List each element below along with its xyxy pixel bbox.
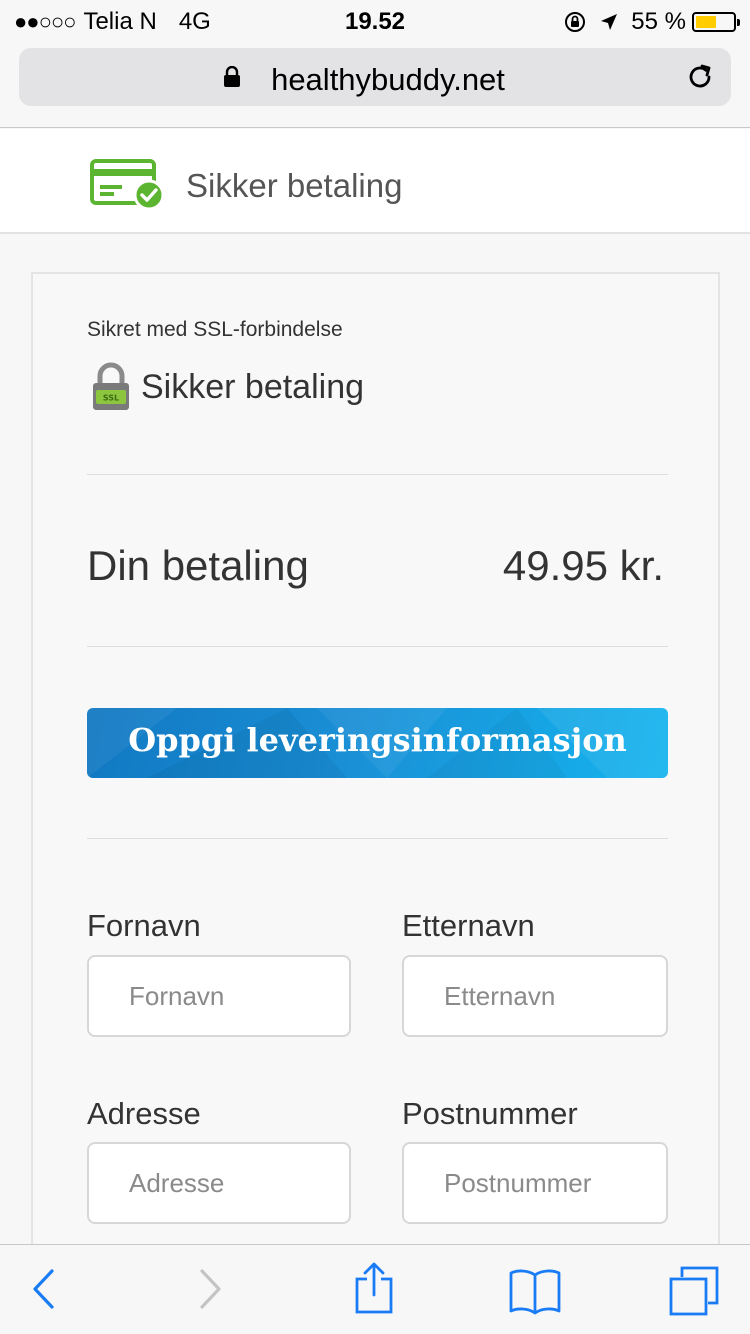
orientation-lock-icon <box>563 10 587 34</box>
payment-label: Din betaling <box>87 542 309 589</box>
divider <box>87 838 668 839</box>
url-text: healthybuddy.net <box>19 62 731 98</box>
delivery-info-banner: Oppgi leveringsinformasjon <box>87 708 668 778</box>
page-header: Sikker betaling <box>0 129 750 234</box>
ssl-title: Sikker betaling <box>141 368 365 406</box>
payment-card: Sikret med SSL-forbindelse SSL Sikker be… <box>31 272 720 1334</box>
address-bar[interactable]: healthybuddy.net <box>19 48 731 106</box>
ssl-lock-icon: SSL <box>91 362 131 417</box>
forward-icon[interactable] <box>198 1267 224 1316</box>
last-name-label: Etternavn <box>402 908 535 943</box>
url-label: healthybuddy.net <box>271 62 505 97</box>
address-input[interactable] <box>87 1142 351 1224</box>
browser-address-area: healthybuddy.net <box>0 42 750 128</box>
share-icon[interactable] <box>354 1261 394 1320</box>
reload-icon[interactable] <box>685 62 715 97</box>
divider <box>87 646 668 647</box>
page-title: Sikker betaling <box>186 167 403 204</box>
battery-icon <box>692 12 740 32</box>
tabs-icon[interactable] <box>668 1265 720 1322</box>
payment-amount: 49.95 kr. <box>502 542 664 589</box>
postal-code-input[interactable] <box>402 1142 668 1224</box>
browser-toolbar <box>0 1244 750 1334</box>
bookmarks-icon[interactable] <box>508 1267 562 1320</box>
status-right: 55 % <box>563 8 740 36</box>
last-name-input[interactable] <box>402 955 668 1037</box>
first-name-input[interactable] <box>87 955 351 1037</box>
ssl-badge-text: SSL <box>103 394 119 403</box>
postal-code-label: Postnummer <box>402 1096 578 1131</box>
battery-level <box>696 16 716 28</box>
first-name-label: Fornavn <box>87 908 201 943</box>
back-icon[interactable] <box>30 1267 56 1316</box>
secure-payment-card-icon <box>90 159 166 216</box>
location-arrow-icon <box>599 12 619 32</box>
banner-title: Oppgi leveringsinformasjon <box>128 721 627 759</box>
status-bar: ●●○○○ Telia N 4G 19.52 55 % <box>0 0 750 42</box>
divider <box>87 474 668 475</box>
ssl-note: Sikret med SSL-forbindelse <box>87 318 343 341</box>
battery-percent: 55 % <box>631 8 686 35</box>
address-label: Adresse <box>87 1096 201 1131</box>
